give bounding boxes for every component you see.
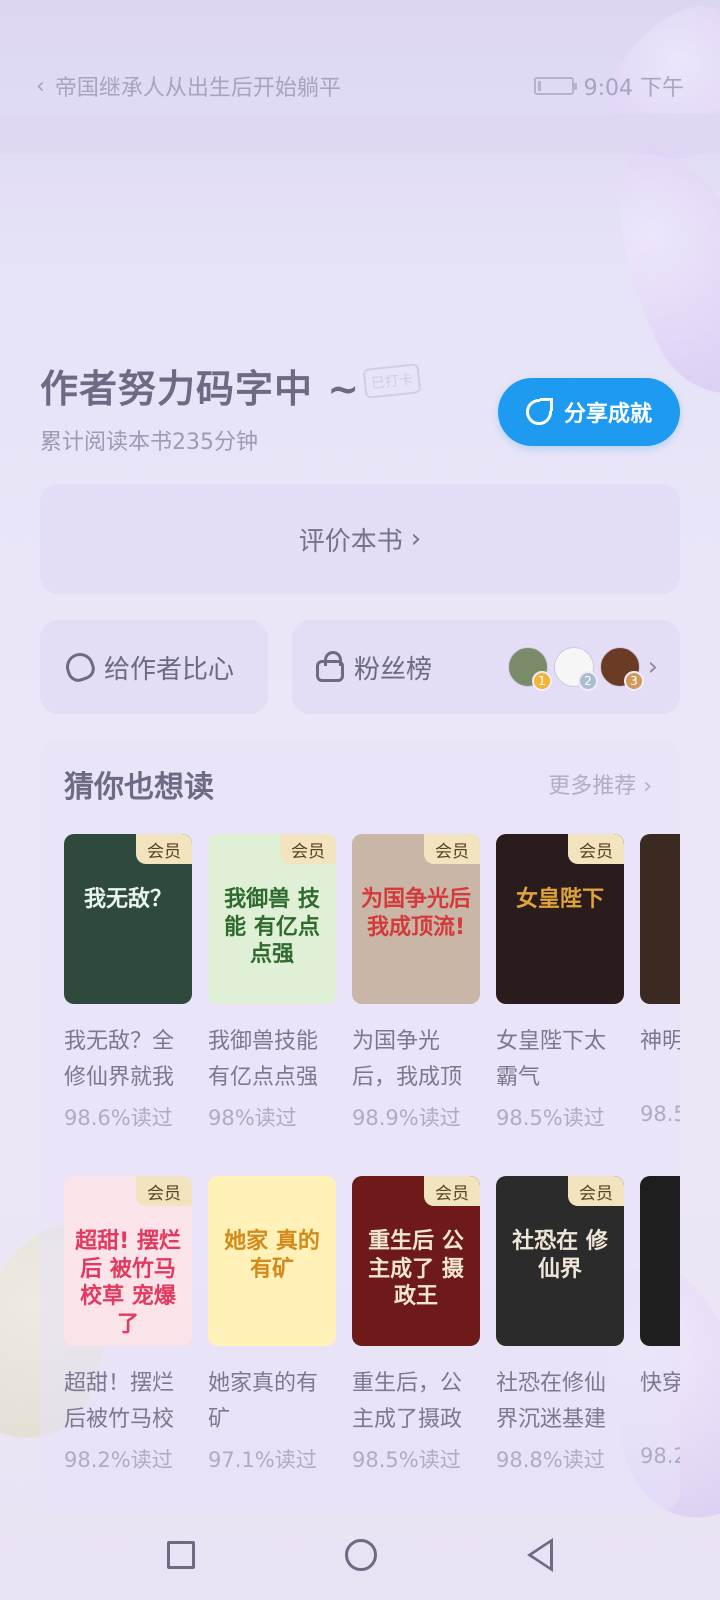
book-cover[interactable]: 女皇陛下 会员 — [496, 834, 624, 1004]
author-status-title: 作者努力码字中 ~ — [40, 367, 361, 411]
battery-level — [537, 81, 541, 91]
book-name: 重生后，公主成了摄政 — [352, 1371, 463, 1433]
total-read-time: 累计阅读本书235分钟 — [40, 430, 258, 455]
book-name: 社恐在修仙界沉迷基建 — [496, 1371, 607, 1433]
tip-author-button[interactable]: 给作者比心 — [40, 620, 268, 714]
background-petal — [581, 124, 720, 416]
book-cover-art-text: 社恐在 修仙界 — [512, 1229, 608, 1282]
book-name: 神明归， — [640, 1029, 680, 1054]
book-cover-art-text: 快穿 — [646, 1228, 680, 1256]
chevron-right-icon: › — [647, 652, 658, 682]
read-percentage: 98.5 — [640, 1102, 680, 1126]
book-card[interactable]: 为国争光后 我成顶流! 会员为国争光后，我成顶 98.9%读过 — [352, 834, 480, 1132]
read-percentage: 98%读过 — [208, 1106, 297, 1130]
recommendations-title: 猜你也想读 — [64, 770, 214, 805]
vip-badge: 会员 — [136, 834, 192, 864]
book-card[interactable]: 社恐在 修仙界 会员社恐在修仙界沉迷基建 98.8%读过 — [496, 1176, 624, 1474]
book-card[interactable]: 超甜! 摆烂后 被竹马校草 宠爆了 会员超甜！摆烂后被竹马校 98.2%读过 — [64, 1176, 192, 1474]
tip-author-label: 给作者比心 — [104, 654, 235, 685]
book-cover[interactable]: 社恐在 修仙界 会员 — [496, 1176, 624, 1346]
book-cover-art-text: 我御兽 技能 有亿点点强 — [224, 887, 320, 967]
reader-top-bar: ‹ 帝国继承人从出生后开始躺平 9:04 下午 — [0, 60, 720, 112]
book-cover-art-text: 她家 真的有矿 — [224, 1229, 320, 1282]
share-icon — [525, 398, 553, 425]
back-icon[interactable] — [527, 1538, 553, 1572]
book-cover-art-text: 重生后 公主成了 摄政王 — [368, 1229, 464, 1309]
back-chevron-icon[interactable]: ‹ — [36, 74, 45, 99]
read-percentage: 98.9%读过 — [352, 1106, 461, 1130]
fan-avatar[interactable]: 1 — [508, 647, 552, 691]
book-name: 我御兽技能有亿点点强 — [208, 1029, 319, 1091]
fan-ranking-label: 粉丝榜 — [354, 654, 433, 685]
book-row: 我无敌？ 会员 我无敌？全修仙界就我 98.6%读过 我御兽 技能 有亿点点强 会员 我御兽… — [64, 834, 680, 1132]
book-cover[interactable]: 超甜! 摆烂后 被竹马校草 宠爆了 会员 — [64, 1176, 192, 1346]
book-name: 为国争光后，我成顶 — [352, 1029, 463, 1091]
book-title: 帝国继承人从出生后开始躺平 — [54, 76, 341, 101]
book-cover[interactable]: 我无敌？ 会员 — [64, 834, 192, 1004]
fan-ranking-button[interactable]: 粉丝榜 1 2 3 › — [292, 620, 680, 714]
read-percentage: 98.2 — [640, 1444, 680, 1468]
book-cover[interactable]: 重生后 公主成了 摄政王 会员 — [352, 1176, 480, 1346]
rate-book-label: 评价本书 — [298, 526, 403, 557]
vip-badge: 会员 — [280, 834, 336, 864]
book-card[interactable]: 她家 真的有矿她家真的有矿 97.1%读过 — [208, 1176, 336, 1474]
book-cover[interactable]: 快穿 — [640, 1176, 680, 1346]
book-card[interactable]: 我无敌？ 会员我无敌？全修仙界就我 98.6%读过 — [64, 834, 192, 1132]
book-row: 超甜! 摆烂后 被竹马校草 宠爆了 会员超甜！摆烂后被竹马校 98.2%读过 她家 真… — [64, 1176, 680, 1474]
battery-icon — [533, 77, 577, 95]
recent-apps-icon[interactable] — [167, 1541, 195, 1569]
home-icon[interactable] — [345, 1539, 377, 1571]
book-cover-art-text: 超甜! 摆烂后 被竹马校草 宠爆了 — [75, 1229, 181, 1337]
book-card[interactable]: 快穿快穿光在 98.2 — [640, 1176, 680, 1474]
book-name: 女皇陛下太霸气 — [496, 1029, 607, 1091]
header-band — [0, 114, 720, 154]
fan-avatar[interactable]: 2 — [554, 647, 598, 691]
read-percentage: 98.2%读过 — [64, 1448, 173, 1472]
vip-badge: 会员 — [568, 1176, 624, 1206]
book-cover-art-text: 女皇陛下 — [515, 887, 604, 912]
fan-avatars: 1 2 3 — [508, 647, 644, 691]
chevron-right-icon: › — [410, 524, 422, 554]
book-name: 超甜！摆烂后被竹马校 — [64, 1371, 175, 1433]
book-cover-art-text: 神 — [646, 886, 680, 914]
fan-rank-badge: 3 — [624, 671, 644, 691]
book-name: 快穿光在 — [640, 1371, 680, 1396]
share-label: 分享成就 — [563, 402, 652, 427]
vip-badge: 会员 — [424, 834, 480, 864]
fan-rank-badge: 1 — [532, 671, 552, 691]
rate-book-button[interactable]: 评价本书 › — [40, 484, 680, 594]
read-percentage: 98.5%读过 — [352, 1448, 461, 1472]
vip-badge: 会员 — [136, 1176, 192, 1206]
book-name: 我无敌？全修仙界就我 — [64, 1029, 175, 1091]
read-percentage: 97.1%读过 — [208, 1448, 317, 1472]
more-recommendations-link[interactable]: 更多推荐 › — [548, 768, 652, 800]
book-name: 她家真的有矿 — [208, 1371, 319, 1433]
book-cover[interactable]: 她家 真的有矿 — [208, 1176, 336, 1346]
ranking-icon — [316, 651, 344, 682]
vip-badge: 会员 — [568, 834, 624, 864]
share-achievement-button[interactable]: 分享成就 — [498, 378, 680, 446]
reader-status-area: 9:04 下午 — [533, 70, 684, 102]
system-navigation-bar — [0, 1510, 720, 1600]
book-cover[interactable]: 为国争光后 我成顶流! 会员 — [352, 834, 480, 1004]
read-percentage: 98.8%读过 — [496, 1448, 605, 1472]
book-card[interactable]: 我御兽 技能 有亿点点强 会员我御兽技能有亿点点强 98%读过 — [208, 834, 336, 1132]
heart-hand-icon — [62, 649, 98, 685]
fan-avatar[interactable]: 3 — [600, 647, 644, 691]
book-cover[interactable]: 我御兽 技能 有亿点点强 会员 — [208, 834, 336, 1004]
fan-rank-badge: 2 — [578, 671, 598, 691]
read-percentage: 98.6%读过 — [64, 1106, 173, 1130]
recommendations-panel: 猜你也想读 更多推荐 › 我无敌？ 会员 我无敌？全修仙界就我 98.6%读过 我御兽 … — [40, 740, 680, 1510]
checked-in-stamp: 已打卡 — [362, 363, 422, 399]
book-cover-art-text: 为国争光后 我成顶流! — [360, 887, 471, 940]
book-card[interactable]: 重生后 公主成了 摄政王 会员重生后，公主成了摄政 98.5%读过 — [352, 1176, 480, 1474]
book-cover-art-text: 我无敌？ — [83, 887, 172, 912]
vip-badge: 会员 — [424, 1176, 480, 1206]
clock: 9:04 下午 — [583, 76, 684, 101]
book-cover[interactable]: 神 — [640, 834, 680, 1004]
book-card[interactable]: 神神明归， 98.5 — [640, 834, 680, 1132]
book-card[interactable]: 女皇陛下 会员女皇陛下太霸气 98.5%读过 — [496, 834, 624, 1132]
read-percentage: 98.5%读过 — [496, 1106, 605, 1130]
